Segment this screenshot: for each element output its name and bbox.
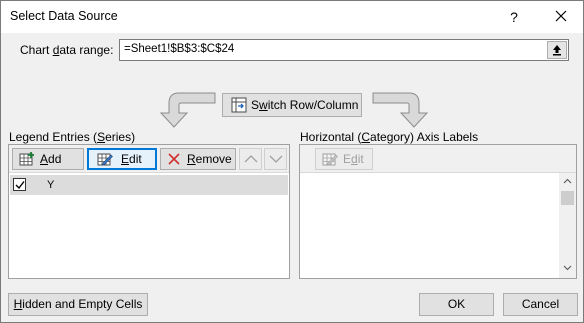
- chart-data-range-input[interactable]: =Sheet1!$B$3:$C$24: [119, 39, 569, 61]
- scroll-down-arrow[interactable]: [559, 259, 576, 276]
- axis-toolbar: Edit: [300, 145, 576, 173]
- close-icon: [555, 10, 567, 22]
- switch-row-column-button[interactable]: Switch Row/Column: [222, 93, 362, 117]
- edit-series-button[interactable]: Edit: [87, 148, 157, 170]
- chart-data-range-value: =Sheet1!$B$3:$C$24: [124, 43, 235, 55]
- move-up-button[interactable]: [239, 148, 262, 170]
- remove-series-button[interactable]: Remove: [160, 148, 236, 170]
- chart-data-range-label: Chart data range:: [20, 43, 114, 57]
- series-name: Y: [47, 179, 55, 191]
- axis-labels-scrollbar[interactable]: [559, 173, 576, 278]
- close-button[interactable]: [546, 5, 576, 29]
- move-down-button[interactable]: [264, 148, 287, 170]
- dialog-title: Select Data Source: [10, 9, 118, 23]
- legend-toolbar: Add Edit Remove: [9, 145, 289, 173]
- edit-table-icon: [322, 153, 338, 166]
- chevron-down-icon: [269, 155, 283, 163]
- switch-row-column-label: Switch Row/Column: [251, 98, 359, 112]
- edit-table-icon: [97, 153, 113, 166]
- axis-labels-panel: Edit: [299, 144, 577, 279]
- collapse-dialog-button[interactable]: [547, 41, 567, 59]
- edit-axis-labels-button[interactable]: Edit: [315, 148, 373, 170]
- scroll-up-arrow[interactable]: [559, 173, 576, 190]
- remove-series-label: Remove: [187, 152, 232, 166]
- legend-entries-label: Legend Entries (Series): [9, 130, 136, 144]
- remove-x-icon: [168, 153, 180, 165]
- select-data-source-dialog: Select Data Source ? Chart data range: =…: [0, 0, 584, 323]
- ok-button[interactable]: OK: [419, 293, 494, 316]
- add-table-icon: [19, 152, 34, 166]
- cancel-button[interactable]: Cancel: [503, 293, 578, 316]
- axis-labels-label: Horizontal (Category) Axis Labels: [300, 130, 479, 144]
- curved-arrow-right-icon: [372, 92, 429, 128]
- collapse-icon: [553, 45, 561, 56]
- chevron-down-icon: [563, 265, 572, 271]
- add-series-label: Add: [40, 152, 62, 166]
- curved-arrow-left-icon: [159, 92, 216, 128]
- series-checkbox[interactable]: [13, 178, 26, 191]
- chevron-up-icon: [244, 155, 258, 163]
- switch-row-column-icon: [231, 97, 247, 113]
- scroll-thumb[interactable]: [561, 191, 574, 205]
- title-bar: Select Data Source ?: [1, 1, 583, 33]
- edit-series-label: Edit: [121, 152, 142, 166]
- hidden-empty-cells-button[interactable]: Hidden and Empty Cells: [8, 293, 148, 316]
- checkmark-icon: [15, 181, 25, 190]
- add-series-button[interactable]: Add: [12, 148, 84, 170]
- chevron-up-icon: [563, 178, 572, 184]
- help-button[interactable]: ?: [499, 5, 529, 29]
- edit-axis-labels-label: Edit: [343, 152, 364, 166]
- legend-entries-panel: Add Edit Remove Y: [8, 144, 290, 279]
- series-list-item[interactable]: Y: [10, 175, 288, 195]
